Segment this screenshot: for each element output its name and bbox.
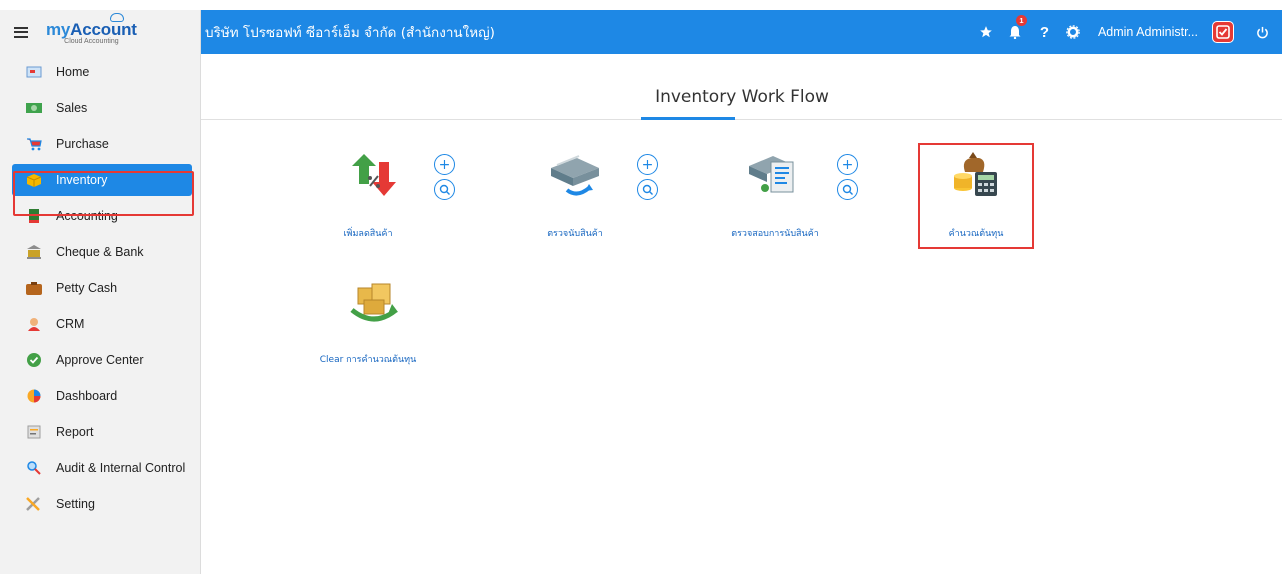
- notification-bell-icon[interactable]: 1: [1001, 10, 1030, 54]
- book-icon: [26, 209, 42, 223]
- logo-main-text: Account: [70, 19, 137, 39]
- wallet-icon: [26, 281, 42, 295]
- help-icon[interactable]: ?: [1030, 10, 1059, 54]
- sidebar-item-purchase[interactable]: Purchase: [0, 126, 200, 162]
- pie-chart-icon: [26, 389, 42, 403]
- sidebar-menu: Home Sales Purchase Inventory Accounting: [0, 54, 200, 522]
- search-adjust-stock-button[interactable]: [434, 179, 455, 200]
- sidebar-item-dashboard[interactable]: Dashboard: [0, 378, 200, 414]
- sidebar-item-petty-cash[interactable]: Petty Cash: [0, 270, 200, 306]
- clear-cost-icon: [350, 283, 398, 322]
- add-adjust-stock-button[interactable]: +: [434, 154, 455, 175]
- power-logout-icon[interactable]: [1252, 10, 1272, 54]
- sidebar-item-label: Purchase: [56, 137, 109, 151]
- workflow-label: ตรวจนับสินค้า: [547, 229, 603, 239]
- adjust-stock-icon: [352, 154, 396, 196]
- sidebar-item-label: Sales: [56, 101, 88, 115]
- settings-gear-icon[interactable]: [1059, 10, 1088, 54]
- search-icon: [439, 184, 450, 195]
- cart-icon: [26, 137, 42, 151]
- workflow-label: ตรวจสอบการนับสินค้า: [731, 229, 819, 239]
- hamburger-menu-icon[interactable]: [14, 26, 28, 38]
- workflow-item-verify-count[interactable]: ตรวจสอบการนับสินค้า: [731, 150, 819, 240]
- sidebar-item-label: Accounting: [56, 209, 118, 223]
- top-bar: บริษัท โปรซอฟท์ ซีอาร์เอ็ม จำกัด (สำนักง…: [201, 10, 1282, 54]
- title-accent-underline: [641, 117, 735, 120]
- sales-icon: [26, 101, 42, 115]
- check-circle-icon: [26, 353, 42, 367]
- favorite-star-icon[interactable]: [972, 10, 1001, 54]
- sidebar-item-label: Setting: [56, 497, 95, 511]
- verify-count-icon: [749, 156, 794, 193]
- sidebar-item-setting[interactable]: Setting: [0, 486, 200, 522]
- sidebar-item-label: Audit & Internal Control: [56, 461, 186, 475]
- cloud-icon: [110, 13, 124, 22]
- sidebar-item-label: Petty Cash: [56, 281, 118, 295]
- search-icon: [842, 184, 853, 195]
- magnifier-icon: [26, 461, 42, 475]
- user-name[interactable]: Admin Administr...: [1088, 25, 1212, 39]
- sidebar-item-label: Approve Center: [56, 353, 144, 367]
- report-icon: [26, 425, 42, 439]
- search-stock-count-button[interactable]: [637, 179, 658, 200]
- cost-calculation-highlight-box: [918, 143, 1034, 249]
- sidebar-item-label: CRM: [56, 317, 85, 331]
- workflow-item-clear-cost[interactable]: Clear การคำนวณต้นทุน: [320, 282, 416, 372]
- sidebar-item-label: Report: [56, 425, 94, 439]
- approval-check-icon[interactable]: [1212, 21, 1234, 43]
- people-icon: [26, 317, 42, 331]
- top-strip: [0, 0, 1282, 10]
- add-verify-count-button[interactable]: +: [837, 154, 858, 175]
- bank-icon: [26, 245, 42, 259]
- sidebar-item-sales[interactable]: Sales: [0, 90, 200, 126]
- sidebar-item-crm[interactable]: CRM: [0, 306, 200, 342]
- workflow-label: เพิ่มลดสินค้า: [343, 229, 393, 239]
- search-icon: [642, 184, 653, 195]
- stock-count-icon: [551, 155, 599, 196]
- logo-prefix: my: [46, 19, 71, 39]
- home-icon: [26, 65, 42, 79]
- sidebar-item-audit[interactable]: Audit & Internal Control: [0, 450, 200, 486]
- add-stock-count-button[interactable]: +: [637, 154, 658, 175]
- title-divider: [201, 119, 1282, 120]
- sidebar-item-label: Cheque & Bank: [56, 245, 144, 259]
- sidebar-item-label: Home: [56, 65, 90, 79]
- app-logo[interactable]: myAccount Cloud Accounting: [46, 20, 137, 45]
- workflow-item-adjust-stock[interactable]: เพิ่มลดสินค้า: [340, 150, 410, 240]
- brand-header: myAccount Cloud Accounting: [0, 10, 200, 54]
- sidebar-item-approve-center[interactable]: Approve Center: [0, 342, 200, 378]
- sidebar-item-accounting[interactable]: Accounting: [0, 198, 200, 234]
- workflow-item-stock-count[interactable]: ตรวจนับสินค้า: [540, 150, 610, 240]
- company-name[interactable]: บริษัท โปรซอฟท์ ซีอาร์เอ็ม จำกัด (สำนักง…: [201, 21, 972, 43]
- page-title: Inventory Work Flow: [655, 87, 829, 107]
- sidebar-item-report[interactable]: Report: [0, 414, 200, 450]
- logo-subtitle: Cloud Accounting: [64, 37, 119, 45]
- sidebar-item-label: Inventory: [56, 173, 108, 187]
- sidebar-item-label: Dashboard: [56, 389, 118, 403]
- search-verify-count-button[interactable]: [837, 179, 858, 200]
- sidebar-item-cheque-bank[interactable]: Cheque & Bank: [0, 234, 200, 270]
- sidebar-item-inventory[interactable]: Inventory: [12, 164, 192, 196]
- notification-count-badge: 1: [1015, 15, 1027, 26]
- sidebar: myAccount Cloud Accounting Home Sales Pu…: [0, 10, 201, 574]
- sidebar-item-home[interactable]: Home: [0, 54, 200, 90]
- workflow-label: Clear การคำนวณต้นทุน: [319, 355, 417, 365]
- tools-icon: [26, 497, 42, 511]
- box-icon: [26, 173, 42, 187]
